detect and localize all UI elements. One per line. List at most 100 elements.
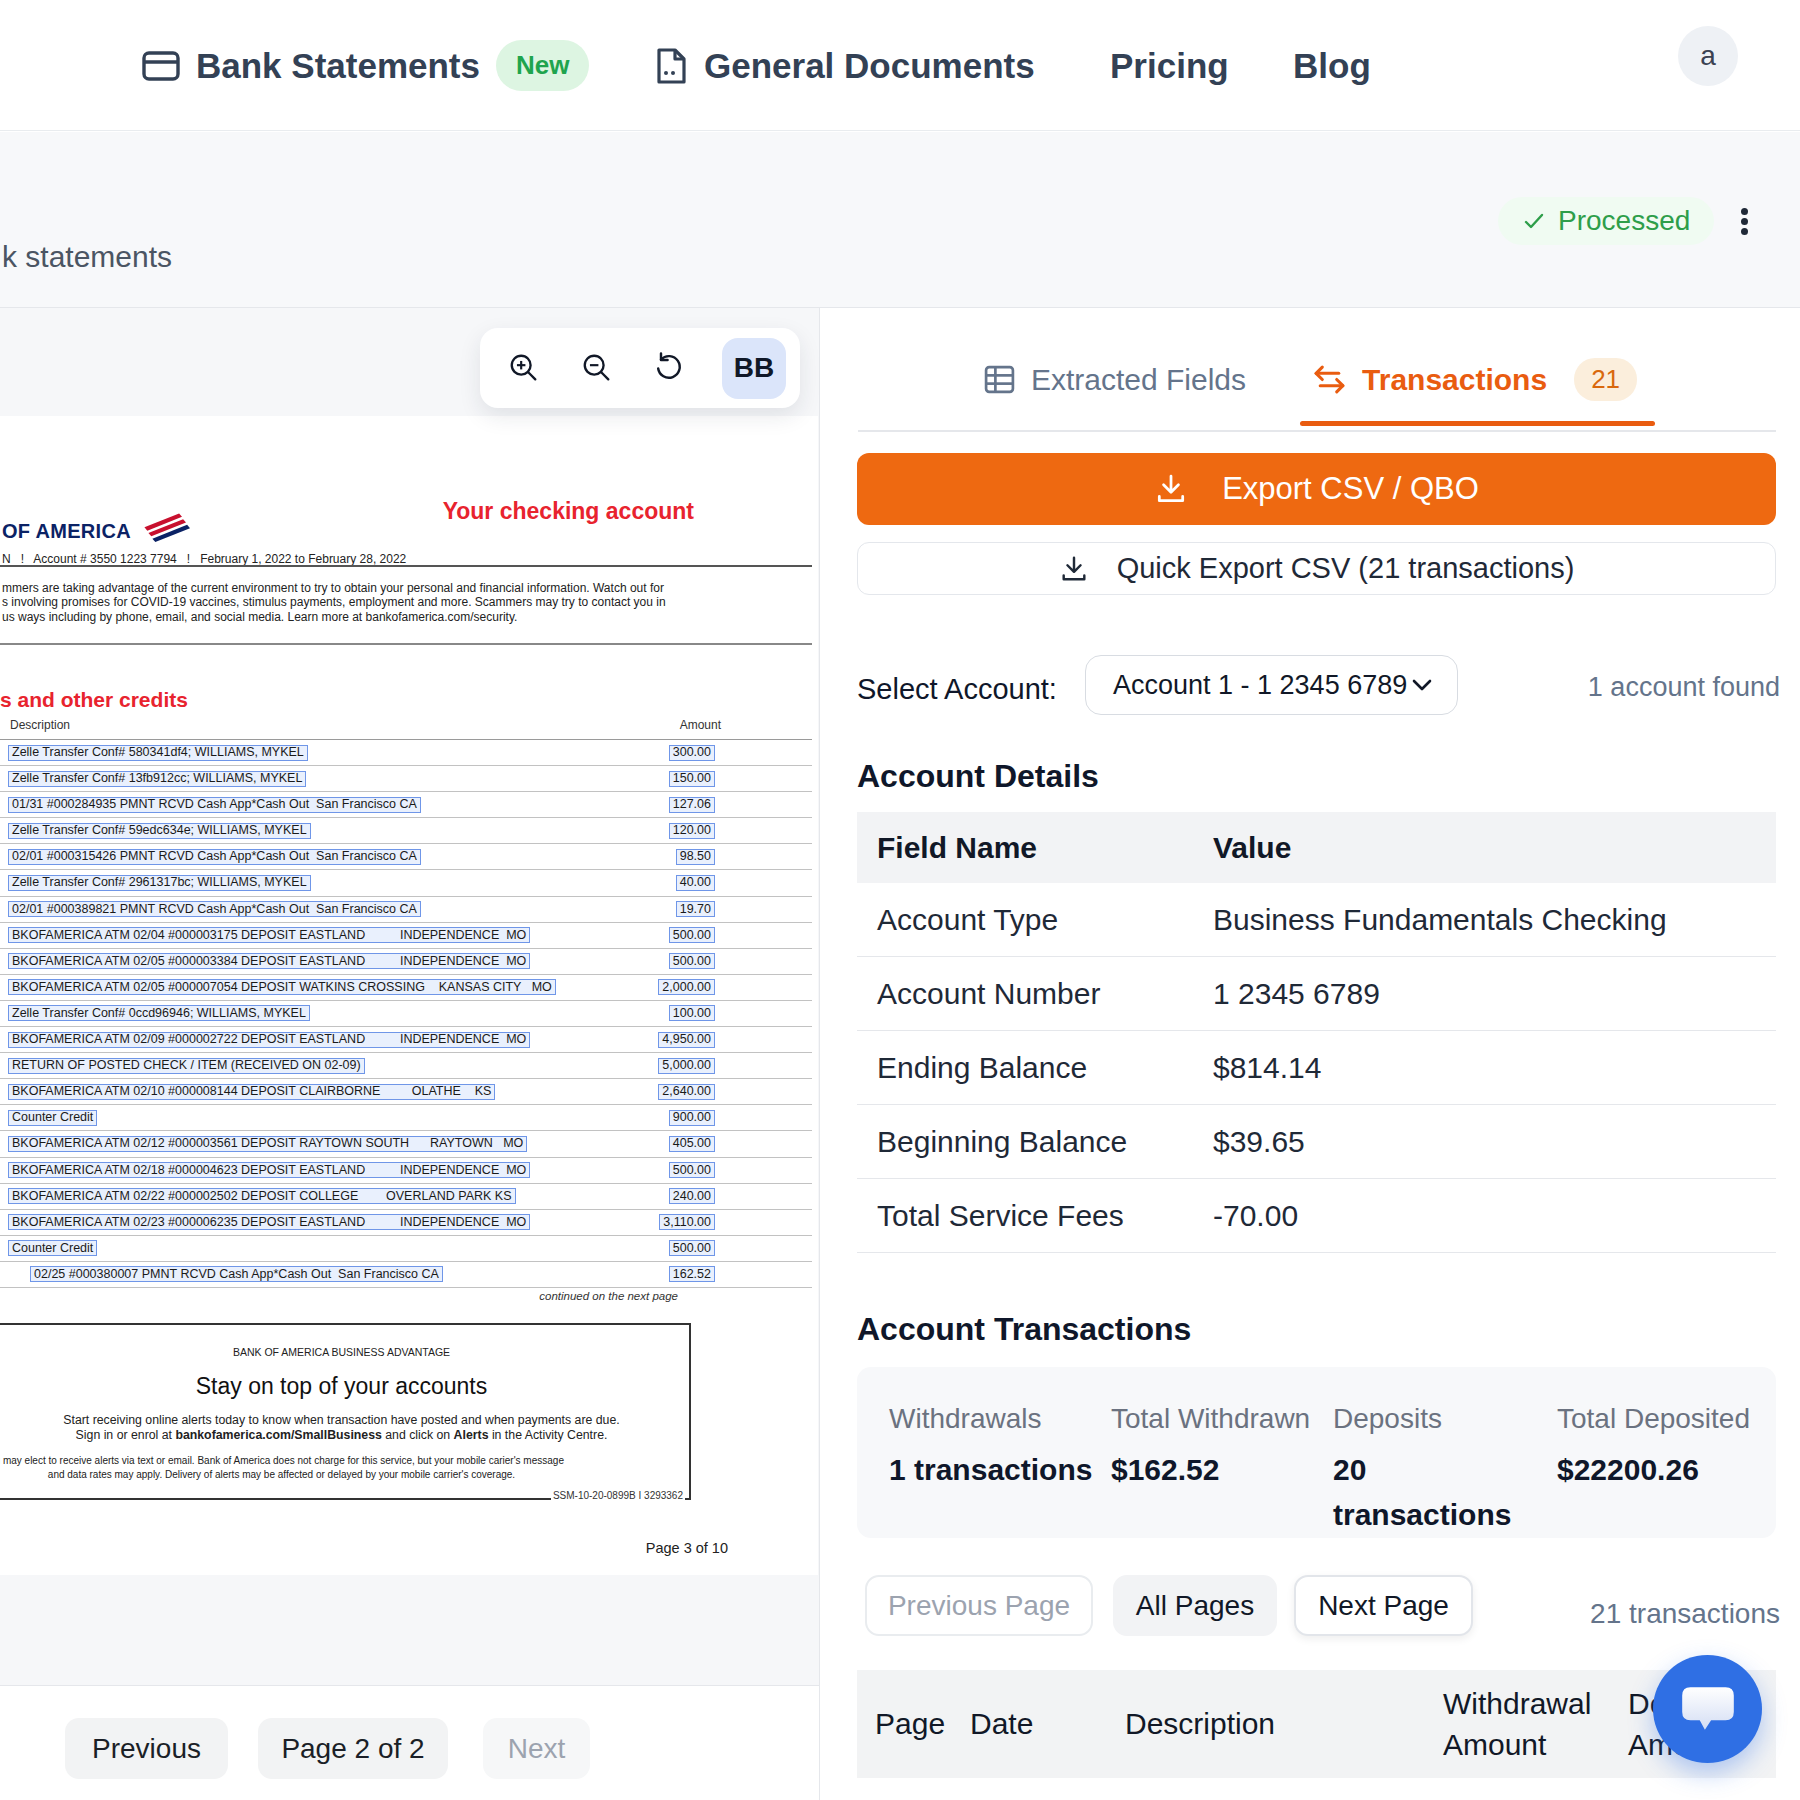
statement-row: 02/01 #000315426 PMNT RCVD Cash App*Cash… — [0, 844, 812, 870]
bb-button[interactable]: BB — [722, 338, 786, 399]
col-page: Page — [875, 1670, 945, 1778]
row-description[interactable]: 02/01 #000315426 PMNT RCVD Cash App*Cash… — [8, 849, 421, 865]
bofa-logo: OF AMERICA — [2, 520, 191, 543]
statement-page: Your checking account OF AMERICA N ! Acc… — [0, 416, 818, 1575]
summary-withdrawals: Withdrawals 1 transactions — [889, 1403, 1104, 1492]
zoom-out-button[interactable] — [577, 346, 617, 390]
row-amount[interactable]: 300.00 — [669, 745, 715, 761]
nav-label: General Documents — [704, 46, 1035, 86]
row-description[interactable]: BKOFAMERICA ATM 02/10 #000008144 DEPOSIT… — [8, 1084, 495, 1100]
export-csv-qbo-button[interactable]: Export CSV / QBO — [857, 453, 1776, 525]
row-amount[interactable]: 150.00 — [669, 771, 715, 787]
row-description[interactable]: Zelle Transfer Conf# 59edc634e; WILLIAMS… — [8, 823, 311, 839]
field-name: Beginning Balance — [857, 1125, 1213, 1159]
row-amount[interactable]: 2,000.00 — [658, 979, 715, 995]
previous-page-button-panel[interactable]: Previous Page — [865, 1575, 1093, 1636]
row-amount[interactable]: 2,640.00 — [658, 1084, 715, 1100]
statement-row: RETURN OF POSTED CHECK / ITEM (RECEIVED … — [0, 1053, 812, 1079]
accounts-found-label: 1 account found — [1588, 672, 1780, 703]
row-amount[interactable]: 3,110.00 — [659, 1214, 715, 1230]
row-description[interactable]: BKOFAMERICA ATM 02/04 #000003175 DEPOSIT… — [8, 927, 530, 943]
col-date: Date — [970, 1670, 1033, 1778]
nav-pricing[interactable]: Pricing — [1110, 0, 1229, 131]
status-label: Processed — [1558, 205, 1690, 237]
row-description[interactable]: BKOFAMERICA ATM 02/18 #000004623 DEPOSIT… — [8, 1162, 530, 1178]
row-amount[interactable]: 5,000.00 — [658, 1058, 715, 1074]
col-amount: Amount — [680, 718, 721, 732]
row-amount[interactable]: 405.00 — [669, 1136, 715, 1152]
details-row: Beginning Balance $39.65 — [857, 1105, 1776, 1179]
row-amount[interactable]: 40.00 — [676, 875, 715, 891]
row-amount[interactable]: 500.00 — [669, 953, 715, 969]
zoom-in-button[interactable] — [504, 346, 544, 390]
pdf-viewer: Your checking account OF AMERICA N ! Acc… — [0, 308, 819, 1685]
row-description[interactable]: BKOFAMERICA ATM 02/22 #000002502 DEPOSIT… — [8, 1188, 516, 1204]
row-description[interactable]: 02/01 #000389821 PMNT RCVD Cash App*Cash… — [8, 901, 421, 917]
statement-row: Zelle Transfer Conf# 580341df4; WILLIAMS… — [0, 740, 812, 766]
row-amount[interactable]: 900.00 — [669, 1110, 715, 1126]
transactions-count-badge: 21 — [1574, 358, 1637, 401]
app: Bank Statements New General Documents Pr… — [0, 0, 1800, 1800]
row-description[interactable]: Zelle Transfer Conf# 580341df4; WILLIAMS… — [8, 745, 308, 761]
row-amount[interactable]: 500.00 — [669, 927, 715, 943]
row-amount[interactable]: 127.06 — [669, 797, 715, 813]
account-select[interactable]: Account 1 - 1 2345 6789 — [1085, 655, 1458, 715]
nav-bank-statements[interactable]: Bank Statements New — [142, 0, 589, 131]
row-amount[interactable]: 100.00 — [669, 1005, 715, 1021]
row-description[interactable]: 02/25 #000380007 PMNT RCVD Cash App*Cash… — [30, 1266, 443, 1282]
row-description[interactable]: Counter Credit — [8, 1110, 97, 1126]
details-row: Total Service Fees -70.00 — [857, 1179, 1776, 1253]
row-description[interactable]: BKOFAMERICA ATM 02/05 #000003384 DEPOSIT… — [8, 953, 530, 969]
statement-row: BKOFAMERICA ATM 02/04 #000003175 DEPOSIT… — [0, 923, 812, 949]
row-amount[interactable]: 4,950.00 — [658, 1032, 715, 1048]
row-description[interactable]: Zelle Transfer Conf# 0ccd96946; WILLIAMS… — [8, 1005, 310, 1021]
row-description[interactable]: 01/31 #000284935 PMNT RCVD Cash App*Cash… — [8, 797, 421, 813]
row-amount[interactable]: 500.00 — [669, 1162, 715, 1178]
row-description[interactable]: BKOFAMERICA ATM 02/05 #000007054 DEPOSIT… — [8, 979, 556, 995]
table-icon — [983, 363, 1016, 396]
field-name: Account Number — [857, 977, 1213, 1011]
nav-blog[interactable]: Blog — [1293, 0, 1371, 131]
row-amount[interactable]: 98.50 — [676, 849, 715, 865]
section-heading: s and other credits — [0, 688, 188, 712]
row-amount[interactable]: 240.00 — [669, 1188, 715, 1204]
rotate-button[interactable] — [649, 346, 689, 390]
more-menu-button[interactable] — [1740, 208, 1748, 248]
security-notice: mmers are taking advantage of the curren… — [2, 581, 666, 624]
nav-general-documents[interactable]: General Documents — [654, 0, 1035, 131]
nav-label: Pricing — [1110, 46, 1229, 86]
ad-code: SSM-10-20-0899B I 3293362 — [551, 1490, 685, 1501]
row-description[interactable]: Zelle Transfer Conf# 13fb912cc; WILLIAMS… — [8, 771, 306, 787]
previous-page-button[interactable]: Previous — [65, 1718, 228, 1779]
active-tab-underline — [1300, 421, 1655, 426]
row-amount[interactable]: 500.00 — [669, 1240, 715, 1256]
col-description: Description — [1125, 1670, 1275, 1778]
all-pages-button[interactable]: All Pages — [1113, 1575, 1277, 1636]
bank-card-icon — [142, 51, 180, 81]
details-table: Account Type Business Fundamentals Check… — [857, 883, 1776, 1253]
quick-export-button[interactable]: Quick Export CSV (21 transactions) — [857, 542, 1776, 595]
row-amount[interactable]: 120.00 — [669, 823, 715, 839]
continued-note: continued on the next page — [539, 1290, 678, 1302]
col-withdrawal-amount: WithdrawalAmount — [1443, 1670, 1591, 1778]
field-name: Ending Balance — [857, 1051, 1213, 1085]
chat-widget-button[interactable] — [1653, 1655, 1762, 1763]
avatar[interactable]: a — [1678, 26, 1738, 86]
tab-transactions[interactable]: Transactions 21 — [1312, 358, 1637, 401]
statement-meta: N ! Account # 3550 1223 7794 ! February … — [2, 552, 406, 566]
next-page-button-panel[interactable]: Next Page — [1294, 1575, 1473, 1636]
statement-title: Your checking account — [443, 498, 694, 525]
row-description[interactable]: BKOFAMERICA ATM 02/23 #000006235 DEPOSIT… — [8, 1214, 530, 1230]
transactions-table-header: Page Date Description WithdrawalAmount D… — [857, 1670, 1776, 1778]
row-amount[interactable]: 19.70 — [676, 901, 715, 917]
tab-extracted-fields[interactable]: Extracted Fields — [983, 363, 1246, 397]
row-description[interactable]: Zelle Transfer Conf# 2961317bc; WILLIAMS… — [8, 875, 311, 891]
row-description[interactable]: RETURN OF POSTED CHECK / ITEM (RECEIVED … — [8, 1058, 365, 1074]
ad-eyebrow: BANK OF AMERICA BUSINESS ADVANTAGE — [0, 1346, 689, 1358]
row-amount[interactable]: 162.52 — [669, 1266, 715, 1282]
next-page-button[interactable]: Next — [483, 1718, 590, 1779]
row-description[interactable]: Counter Credit — [8, 1240, 97, 1256]
statement-row: BKOFAMERICA ATM 02/05 #000007054 DEPOSIT… — [0, 975, 812, 1001]
row-description[interactable]: BKOFAMERICA ATM 02/12 #000003561 DEPOSIT… — [8, 1136, 527, 1152]
row-description[interactable]: BKOFAMERICA ATM 02/09 #000002722 DEPOSIT… — [8, 1032, 530, 1048]
